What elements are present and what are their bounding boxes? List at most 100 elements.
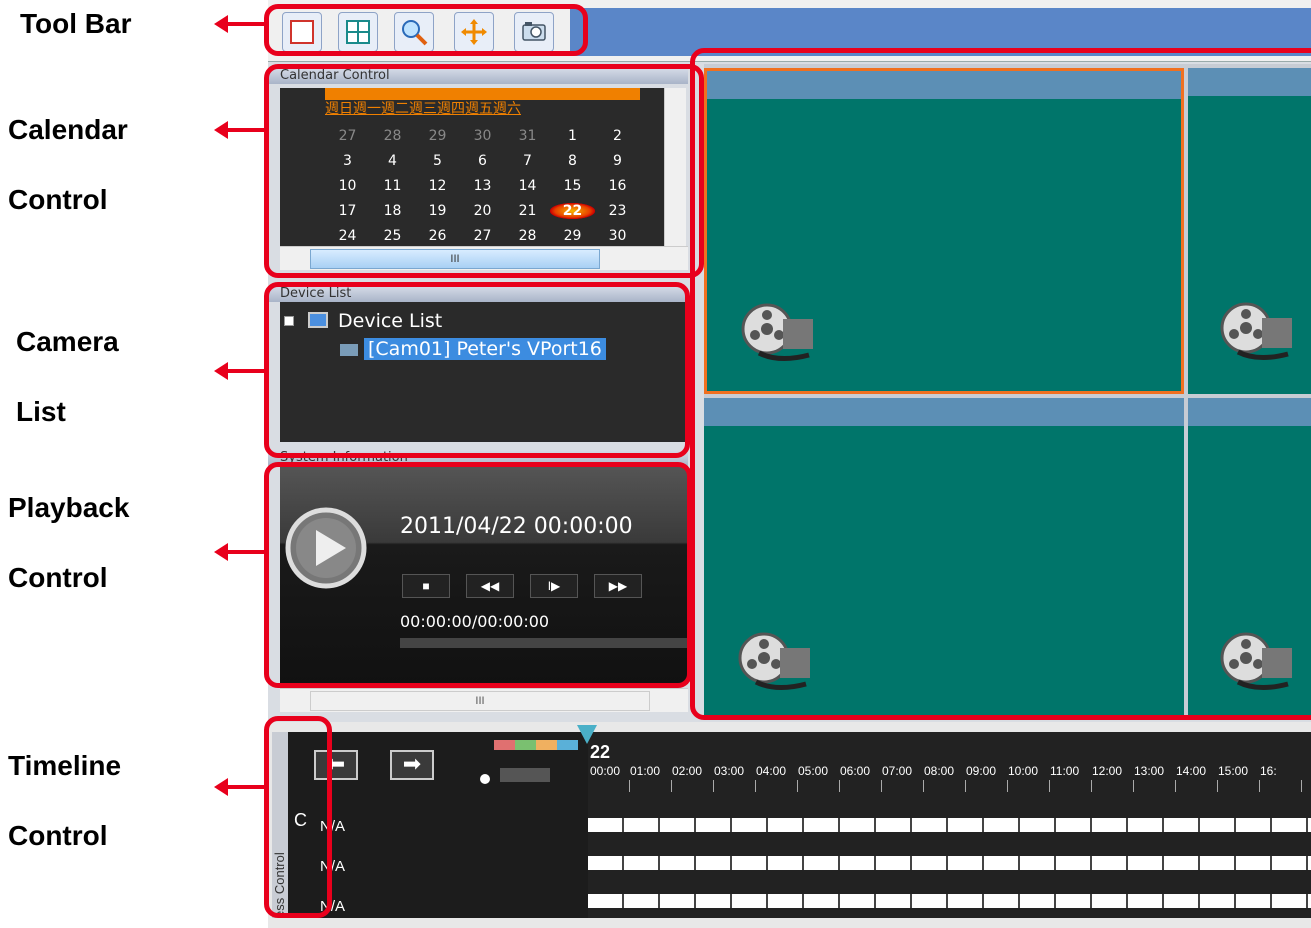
snapshot-button[interactable] (514, 12, 554, 52)
monitor-icon (308, 312, 328, 328)
quad-view-icon (346, 20, 370, 44)
playback-progress-bar[interactable] (400, 638, 688, 648)
playback-panel: 2011/04/22 00:00:00 ■ ◀◀ I▶ ▶▶ 00:00:00/… (280, 466, 688, 684)
video-cell-3[interactable] (704, 398, 1184, 720)
day-cell[interactable]: 12 (415, 178, 460, 194)
channel-row-label: N/A (320, 898, 346, 915)
calendar-week-4: 17 18 19 20 21 22 23 (325, 203, 640, 219)
video-cell-2[interactable] (1188, 68, 1311, 394)
calendar-weekday-header: 週日週一週二週三週四週五週六 (325, 98, 640, 118)
callout-playback-line1: Playback (8, 492, 130, 523)
day-cell[interactable]: 18 (370, 203, 415, 219)
arrow-toolbar-icon (214, 15, 266, 33)
callout-timeline-line2: Control (8, 820, 108, 851)
day-cell[interactable]: 13 (460, 178, 505, 194)
video-cell-1[interactable] (704, 68, 1184, 394)
hour-tick: 07:00 (882, 764, 913, 778)
app-window: Calendar Control 週日週一週二週三週四週五週六 27 28 29… (268, 0, 1311, 928)
hour-tick: 05:00 (798, 764, 829, 778)
day-cell[interactable]: 26 (415, 228, 460, 244)
day-cell[interactable]: 19 (415, 203, 460, 219)
calendar-week-3: 10 11 12 13 14 15 16 (325, 178, 640, 194)
day-cell[interactable]: 17 (325, 203, 370, 219)
day-cell[interactable]: 27 (325, 128, 370, 144)
day-cell[interactable]: 3 (325, 153, 370, 169)
day-cell[interactable]: 16 (595, 178, 640, 194)
play-button-icon[interactable] (284, 506, 368, 590)
channel-track[interactable] (588, 818, 1311, 832)
channel-track[interactable] (588, 894, 1311, 908)
clock-icon (480, 774, 490, 784)
search-button[interactable] (394, 12, 434, 52)
day-cell[interactable]: 1 (550, 128, 595, 144)
calendar-horizontal-scrollbar[interactable]: III (280, 246, 688, 270)
channel-track[interactable] (588, 856, 1311, 870)
calendar-vertical-scrollbar[interactable] (664, 88, 686, 248)
day-cell[interactable]: 28 (505, 228, 550, 244)
hour-tick: 14:00 (1176, 764, 1207, 778)
arrow-calendar-icon (214, 121, 266, 139)
day-cell[interactable]: 11 (370, 178, 415, 194)
day-cell[interactable]: 28 (370, 128, 415, 144)
device-tree: Device List [Cam01] Peter's VPort16 (280, 302, 688, 442)
day-cell[interactable]: 14 (505, 178, 550, 194)
day-cell[interactable]: 31 (505, 128, 550, 144)
playback-time-counter: 00:00:00/00:00:00 (400, 612, 550, 631)
day-cell[interactable]: 21 (505, 203, 550, 219)
channel-row-label: N/A (320, 858, 346, 875)
toolbar (268, 0, 1311, 62)
film-reel-icon (1220, 632, 1292, 690)
move-button[interactable] (454, 12, 494, 52)
system-info-panel-title: System Information (268, 450, 688, 466)
day-cell[interactable]: 8 (550, 153, 595, 169)
day-cell[interactable]: 15 (550, 178, 595, 194)
device-panel-title: Device List (268, 286, 688, 302)
film-reel-icon (738, 632, 810, 690)
calendar-week-1: 27 28 29 30 31 1 2 (325, 128, 640, 144)
arrow-timeline-icon (214, 778, 266, 796)
day-cell[interactable]: 4 (370, 153, 415, 169)
scrollbar-thumb[interactable]: III (310, 249, 600, 269)
day-cell[interactable]: 20 (460, 203, 505, 219)
day-cell[interactable]: 29 (550, 228, 595, 244)
record-type-legend (494, 740, 578, 750)
previous-day-button[interactable]: ⬅ (314, 750, 358, 780)
scrollbar-thumb[interactable]: III (310, 691, 650, 711)
day-cell[interactable]: 6 (460, 153, 505, 169)
calendar-grid[interactable]: 週日週一週二週三週四週五週六 27 28 29 30 31 1 2 3 4 5 … (280, 88, 686, 248)
timeline-tracks[interactable]: 22 00:00 01:00 02:00 03:00 04:00 05:00 0… (577, 725, 1311, 918)
day-cell[interactable]: 23 (595, 203, 640, 219)
day-cell[interactable]: 30 (595, 228, 640, 244)
single-view-button[interactable] (282, 12, 322, 52)
camera-item-selected[interactable]: [Cam01] Peter's VPort16 (364, 338, 606, 360)
device-list-root-label[interactable]: Device List (338, 310, 442, 332)
stop-button[interactable]: ■ (402, 574, 450, 598)
calendar-panel-title: Calendar Control (268, 68, 688, 84)
zoom-slider[interactable] (500, 768, 550, 782)
day-cell[interactable]: 2 (595, 128, 640, 144)
step-forward-button[interactable]: I▶ (530, 574, 578, 598)
playback-datetime: 2011/04/22 00:00:00 (400, 514, 633, 539)
day-cell[interactable]: 9 (595, 153, 640, 169)
day-cell[interactable]: 5 (415, 153, 460, 169)
playback-horizontal-scrollbar[interactable]: III (280, 688, 688, 712)
single-view-icon (290, 20, 314, 44)
timeline-c-letter: C (294, 810, 307, 830)
day-cell[interactable]: 7 (505, 153, 550, 169)
video-cell-4[interactable] (1188, 398, 1311, 720)
channel-row-label: N/A (320, 818, 346, 835)
day-cell[interactable]: 29 (415, 128, 460, 144)
rewind-button[interactable]: ◀◀ (466, 574, 514, 598)
fast-forward-button[interactable]: ▶▶ (594, 574, 642, 598)
day-cell-selected[interactable]: 22 (550, 203, 595, 219)
day-cell[interactable]: 30 (460, 128, 505, 144)
day-cell[interactable]: 10 (325, 178, 370, 194)
hour-tick: 04:00 (756, 764, 787, 778)
hour-tick: 01:00 (630, 764, 661, 778)
next-day-button[interactable]: ➡ (390, 750, 434, 780)
day-cell[interactable]: 25 (370, 228, 415, 244)
day-cell[interactable]: 24 (325, 228, 370, 244)
tree-expander-icon[interactable] (284, 316, 294, 326)
day-cell[interactable]: 27 (460, 228, 505, 244)
quad-view-button[interactable] (338, 12, 378, 52)
